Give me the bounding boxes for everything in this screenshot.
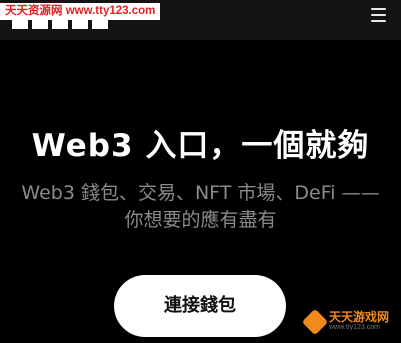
menu-line [371, 14, 386, 16]
watermark-name: 天天游戏网 [329, 310, 390, 324]
connect-wallet-button[interactable]: 連接錢包 [114, 275, 286, 337]
watermark-badge: 天天游戏网 www.tty123.com [301, 305, 399, 339]
menu-line [371, 20, 386, 22]
watermark-logo-icon [301, 308, 329, 336]
hero-subtitle: Web3 錢包、交易、NFT 市場、DeFi —— 你想要的應有盡有 [21, 182, 380, 231]
watermark-url: www.tty123.com [329, 324, 380, 331]
menu-line [371, 8, 386, 10]
hero-title: Web3 入口，一個就夠 [31, 128, 370, 164]
hamburger-menu-icon[interactable] [371, 6, 389, 24]
watermark-label: 天天资源网 www.tty123.com [0, 3, 161, 20]
top-navigation-bar: 天天资源网 www.tty123.com [0, 0, 401, 40]
